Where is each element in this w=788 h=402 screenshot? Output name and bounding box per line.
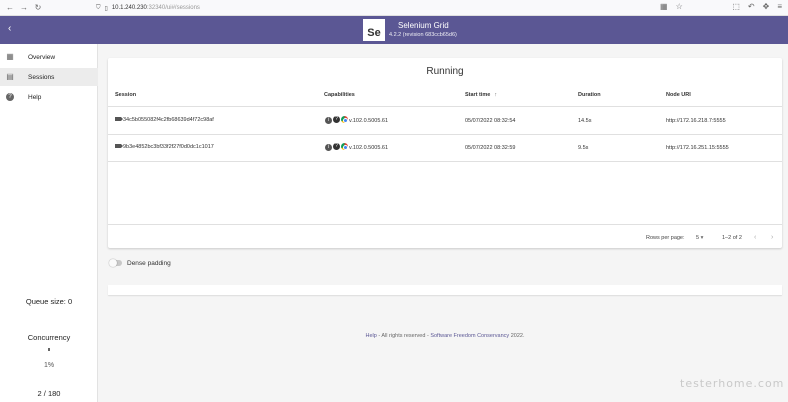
node-uri-cell: http://172.16.218.7:5555 bbox=[666, 118, 726, 124]
shield-icon: ⛉ bbox=[96, 4, 101, 11]
video-icon[interactable] bbox=[115, 144, 123, 148]
column-header-duration[interactable]: Duration bbox=[578, 92, 601, 98]
url-path: :32340/ui#/sessions bbox=[146, 5, 200, 11]
capabilities-cell[interactable]: i ? v.102.0.5005.61 bbox=[325, 142, 388, 151]
column-header-start-time[interactable]: Start time ↑ bbox=[465, 92, 497, 98]
empty-panel bbox=[108, 285, 782, 295]
queue-size: Queue size: 0 bbox=[25, 297, 73, 306]
footer-year: 2022. bbox=[509, 333, 525, 339]
footer: Help - All rights reserved - Software Fr… bbox=[108, 333, 782, 339]
session-id-cell[interactable]: 34c5b055082f4c2fb68639d4f72c98af bbox=[115, 117, 214, 123]
help-link[interactable]: Help bbox=[366, 333, 377, 339]
watermark: testerhome.com bbox=[680, 377, 785, 390]
video-icon[interactable] bbox=[115, 117, 123, 121]
menu-icon[interactable]: ≡ bbox=[777, 2, 782, 11]
concurrency-title: Concurrency bbox=[27, 333, 71, 342]
divider bbox=[108, 134, 782, 135]
duration-cell: 9.5s bbox=[578, 145, 589, 151]
dense-padding-label: Dense padding bbox=[127, 260, 171, 267]
sidebar-item-overview[interactable]: ▦ Overview bbox=[0, 48, 98, 66]
star-icon[interactable]: ☆ bbox=[676, 2, 683, 11]
footer-text: - All rights reserved - bbox=[376, 333, 431, 339]
url-host: 10.1.240.230 bbox=[111, 5, 147, 11]
prev-page-icon[interactable]: ‹ bbox=[754, 234, 756, 241]
concurrency-percent: 1% bbox=[43, 362, 55, 369]
concurrency-bar bbox=[48, 348, 50, 351]
next-page-icon[interactable]: › bbox=[771, 234, 773, 241]
selenium-logo: Se bbox=[363, 19, 385, 41]
divider bbox=[108, 106, 782, 107]
page-icon: ▯ bbox=[104, 5, 108, 12]
sessions-icon: ▤ bbox=[6, 72, 14, 81]
info-icon[interactable]: i bbox=[325, 144, 332, 151]
duration-cell: 14.5s bbox=[578, 118, 592, 124]
undo-icon[interactable]: ↶ bbox=[748, 2, 755, 11]
start-time-cell: 05/07/2022 08:32:59 bbox=[465, 145, 516, 151]
chevron-left-icon[interactable]: ‹ bbox=[8, 23, 11, 34]
pagination-range: 1–2 of 2 bbox=[722, 235, 742, 241]
help-icon: ? bbox=[6, 93, 14, 101]
sessions-table: Running Session Capabilities Start time ↑… bbox=[108, 58, 782, 248]
sidebar-item-label: Sessions bbox=[28, 73, 55, 81]
sidebar-item-label: Help bbox=[28, 93, 42, 101]
sidebar-item-help[interactable]: ? Help bbox=[0, 88, 98, 106]
os-icon: ? bbox=[333, 115, 340, 123]
start-time-cell: 05/07/2022 08:32:54 bbox=[465, 118, 516, 124]
column-header-session[interactable]: Session bbox=[115, 92, 136, 98]
dense-padding-toggle[interactable] bbox=[109, 259, 122, 267]
sort-arrow-up-icon[interactable]: ↑ bbox=[494, 92, 497, 98]
extension-icon[interactable]: ⬚ bbox=[732, 2, 740, 11]
session-id-cell[interactable]: 9b3e4852bc3bf33f2f27f0d0dc1c1017 bbox=[115, 144, 214, 150]
back-arrow-icon[interactable]: ← bbox=[4, 3, 16, 12]
dropdown-arrow-icon: ▾ bbox=[700, 235, 704, 241]
app-title: Selenium Grid bbox=[398, 21, 449, 30]
browser-toolbar: ← → ↻ ⛉ ▯ 10.1.240.230:32340/ui#/session… bbox=[0, 0, 788, 16]
address-bar[interactable]: ⛉ ▯ 10.1.240.230:32340/ui#/sessions bbox=[96, 2, 686, 14]
divider bbox=[108, 224, 782, 225]
column-header-capabilities[interactable]: Capabilities bbox=[324, 92, 355, 98]
app-version: 4.2.2 (revision 683ccb65d6) bbox=[389, 32, 457, 38]
os-icon: ? bbox=[333, 142, 340, 150]
chrome-icon bbox=[341, 142, 348, 150]
sidebar-item-label: Overview bbox=[28, 53, 56, 61]
grid-icon: ▦ bbox=[6, 52, 14, 61]
info-icon[interactable]: i bbox=[325, 117, 332, 124]
rows-per-page-select[interactable]: 5 ▾ bbox=[696, 235, 703, 241]
chrome-icon bbox=[341, 115, 348, 123]
rows-per-page-label: Rows per page: bbox=[646, 235, 685, 241]
app-header: ‹ Se Selenium Grid 4.2.2 (revision 683cc… bbox=[0, 16, 788, 44]
reload-icon[interactable]: ↻ bbox=[32, 3, 44, 12]
divider bbox=[108, 161, 782, 162]
puzzle-icon[interactable]: ✥ bbox=[763, 2, 770, 11]
sidebar: ▦ Overview ▤ Sessions ? Help Queue size:… bbox=[0, 44, 98, 402]
sidebar-item-sessions[interactable]: ▤ Sessions bbox=[0, 68, 98, 86]
forward-arrow-icon[interactable]: → bbox=[18, 3, 30, 12]
concurrency-count: 2 / 180 bbox=[37, 389, 61, 398]
capabilities-cell[interactable]: i ? v.102.0.5005.61 bbox=[325, 115, 388, 124]
column-header-node-uri[interactable]: Node URI bbox=[666, 92, 691, 98]
sfc-link[interactable]: Software Freedom Conservancy bbox=[430, 333, 509, 339]
node-uri-cell: http://172.16.251.15:5555 bbox=[666, 145, 729, 151]
qr-icon[interactable]: ▦ bbox=[660, 2, 668, 11]
table-title: Running bbox=[426, 66, 464, 77]
